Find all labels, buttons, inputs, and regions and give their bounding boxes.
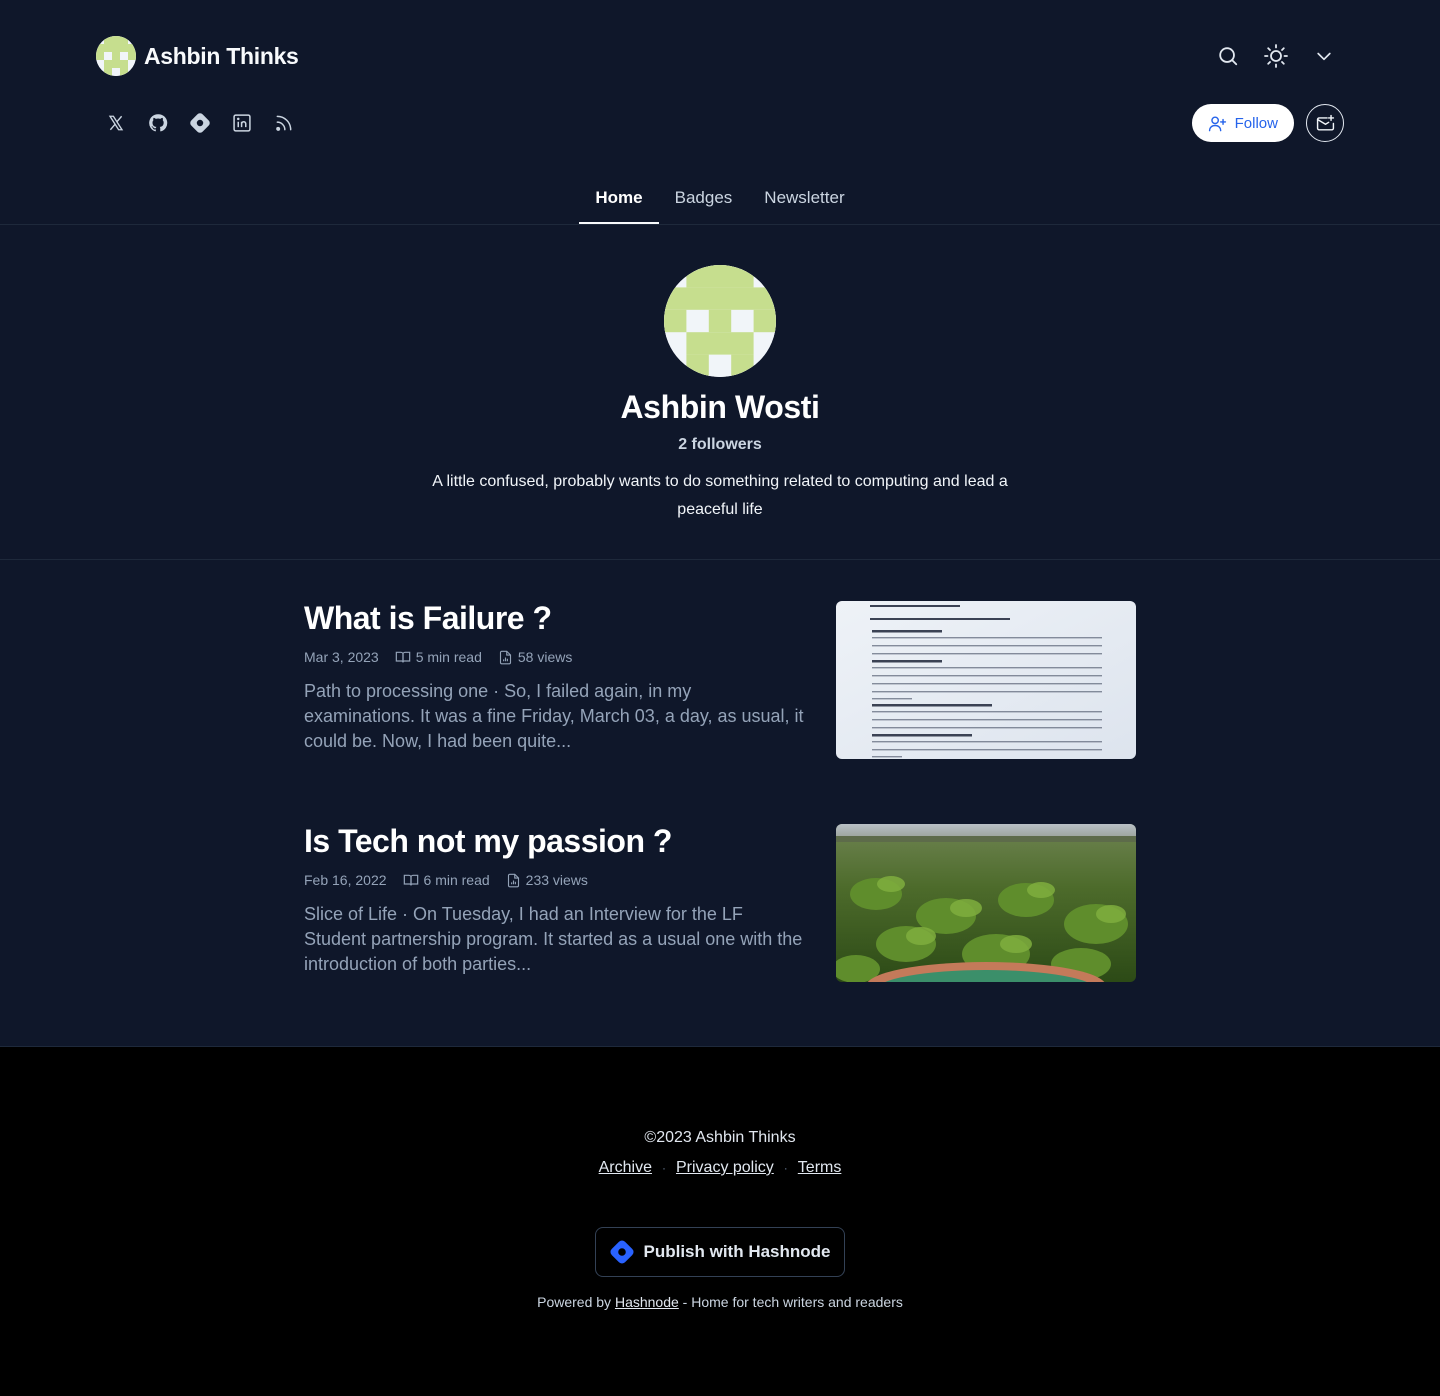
publish-with-hashnode-button[interactable]: Publish with Hashnode	[595, 1227, 845, 1277]
book-open-icon	[403, 874, 418, 886]
archive-link[interactable]: Archive	[599, 1159, 652, 1177]
book-open-icon	[395, 651, 410, 663]
post-title[interactable]: What is Failure ?	[304, 601, 804, 635]
author-profile: Ashbin Wosti 2 followers A little confus…	[0, 225, 1440, 560]
post-views: 233 views	[525, 872, 588, 888]
social-links	[96, 103, 304, 143]
author-name[interactable]: Ashbin Wosti	[0, 389, 1440, 426]
follow-label: Follow	[1234, 114, 1278, 132]
mail-plus-icon	[1316, 114, 1334, 131]
author-avatar[interactable]	[664, 265, 776, 377]
hashnode-link[interactable]: Hashnode	[615, 1294, 679, 1310]
post-date: Mar 3, 2023	[304, 649, 379, 665]
linkedin-icon	[233, 114, 251, 132]
privacy-policy-link[interactable]: Privacy policy	[676, 1159, 774, 1177]
user-plus-icon	[1208, 115, 1226, 131]
tab-home[interactable]: Home	[579, 172, 659, 224]
blog-header: Ashbin Thinks Follow Home Badges Newslet…	[0, 0, 1440, 225]
document-chart-icon	[499, 650, 511, 664]
post-excerpt[interactable]: Slice of Life · On Tuesday, I had an Int…	[304, 902, 804, 977]
search-icon	[1219, 47, 1238, 66]
powered-by: Powered by Hashnode - Home for tech writ…	[0, 1294, 1440, 1310]
post-title[interactable]: Is Tech not my passion ?	[304, 824, 804, 858]
newsletter-subscribe-button[interactable]	[1306, 104, 1344, 142]
footer-links: Archive · Privacy policy · Terms	[0, 1159, 1440, 1177]
tab-badges[interactable]: Badges	[659, 172, 749, 224]
terms-link[interactable]: Terms	[798, 1159, 842, 1177]
more-menu-button[interactable]	[1304, 36, 1344, 76]
follow-actions: Follow	[1191, 104, 1344, 142]
sun-icon	[1264, 44, 1288, 68]
hashnode-icon	[190, 113, 210, 133]
blog-title[interactable]: Ashbin Thinks	[144, 43, 299, 70]
post-list: What is Failure ? Mar 3, 2023 5 min read…	[0, 560, 1440, 1047]
rss-link[interactable]	[264, 103, 304, 143]
chevron-down-icon	[1317, 52, 1331, 61]
blog-nav: Home Badges Newsletter	[0, 172, 1440, 224]
blog-logo	[96, 36, 136, 76]
followers-count[interactable]: 2 followers	[0, 436, 1440, 454]
hashnode-link[interactable]	[180, 103, 220, 143]
x-link[interactable]	[96, 103, 136, 143]
powered-prefix: Powered by	[537, 1294, 612, 1310]
publish-label: Publish with Hashnode	[643, 1242, 831, 1261]
follow-button[interactable]: Follow	[1191, 104, 1294, 142]
x-icon	[108, 115, 124, 131]
post-cover-image[interactable]	[836, 601, 1136, 759]
separator-dot: ·	[661, 1161, 666, 1175]
post-card[interactable]: Is Tech not my passion ? Feb 16, 2022 6 …	[304, 824, 1136, 982]
post-excerpt[interactable]: Path to processing one · So, I failed ag…	[304, 679, 804, 754]
rss-icon	[276, 115, 292, 131]
theme-toggle-button[interactable]	[1256, 36, 1296, 76]
powered-suffix: - Home for tech writers and readers	[682, 1294, 903, 1310]
site-footer: ©2023 Ashbin Thinks Archive · Privacy po…	[0, 1047, 1440, 1396]
tab-newsletter[interactable]: Newsletter	[748, 172, 860, 224]
post-meta: Mar 3, 2023 5 min read 58 views	[304, 649, 804, 665]
post-read-time: 5 min read	[415, 649, 482, 665]
post-card[interactable]: What is Failure ? Mar 3, 2023 5 min read…	[304, 601, 1136, 759]
post-date: Feb 16, 2022	[304, 872, 387, 888]
post-cover-image[interactable]	[836, 824, 1136, 982]
search-button[interactable]	[1208, 36, 1248, 76]
header-actions	[1208, 36, 1344, 76]
post-views: 58 views	[517, 649, 573, 665]
hashnode-logo-icon	[610, 1240, 635, 1264]
copyright: ©2023 Ashbin Thinks	[644, 1129, 796, 1146]
post-meta: Feb 16, 2022 6 min read 233 views	[304, 872, 804, 888]
post-read-time: 6 min read	[423, 872, 490, 888]
author-bio: A little confused, probably wants to do …	[432, 473, 1008, 518]
github-icon	[149, 114, 168, 132]
github-link[interactable]	[138, 103, 178, 143]
linkedin-link[interactable]	[222, 103, 262, 143]
document-chart-icon	[507, 873, 519, 887]
blog-brand[interactable]: Ashbin Thinks	[96, 36, 299, 76]
separator-dot: ·	[783, 1161, 788, 1175]
